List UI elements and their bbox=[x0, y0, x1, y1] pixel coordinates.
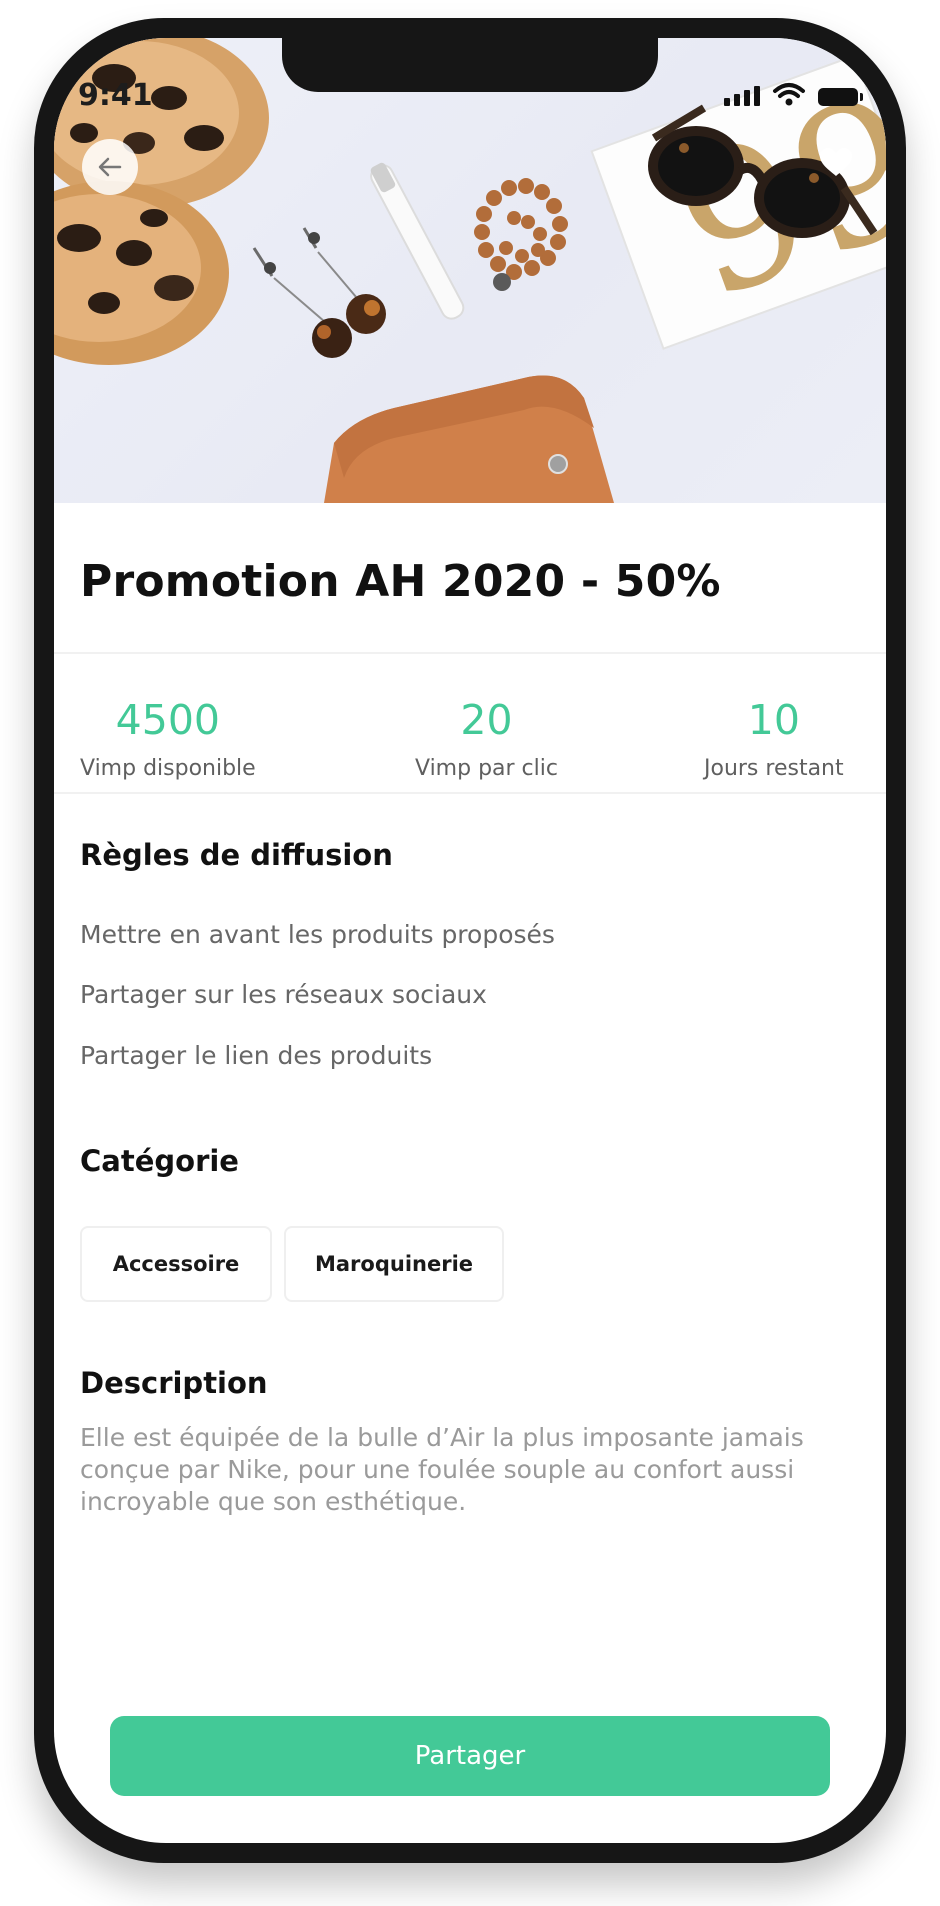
description-section-title: Description bbox=[80, 1366, 268, 1400]
cellular-signal-icon bbox=[724, 84, 760, 106]
stat-label: Vimp par clic bbox=[415, 756, 558, 781]
favorite-button[interactable] bbox=[812, 138, 860, 186]
rule-item: Partager le lien des produits bbox=[80, 1041, 433, 1070]
stat-vimp-per-click: 20 Vimp par clic bbox=[415, 696, 558, 781]
device-notch bbox=[282, 38, 658, 92]
back-button[interactable] bbox=[82, 139, 138, 195]
flatlay-illustration: 99 bbox=[54, 38, 886, 503]
description-text: Elle est équipée de la bulle d’Air la pl… bbox=[80, 1423, 804, 1516]
heart-icon bbox=[820, 148, 852, 176]
promotion-stats: 4500 Vimp disponible 20 Vimp par clic 10… bbox=[54, 672, 886, 812]
hero-image: 99 bbox=[54, 38, 886, 503]
stat-vimp-available: 4500 Vimp disponible bbox=[80, 696, 256, 781]
stat-value: 10 bbox=[747, 696, 800, 744]
wifi-icon bbox=[773, 83, 805, 106]
battery-icon bbox=[818, 88, 863, 106]
status-icons bbox=[724, 82, 863, 106]
rule-item: Mettre en avant les produits proposés bbox=[80, 920, 555, 949]
rules-section-title: Règles de diffusion bbox=[80, 838, 393, 872]
category-chip-maroquinerie[interactable]: Maroquinerie bbox=[284, 1226, 504, 1302]
promotion-title: Promotion AH 2020 - 50% bbox=[80, 556, 721, 607]
stat-label: Jours restant bbox=[704, 756, 844, 781]
share-button[interactable]: Partager bbox=[110, 1716, 830, 1796]
status-time: 9:41 bbox=[78, 78, 153, 113]
stat-value: 4500 bbox=[115, 696, 221, 744]
stat-value: 20 bbox=[460, 696, 513, 744]
divider bbox=[54, 792, 886, 794]
arrow-left-icon bbox=[98, 157, 122, 177]
rule-item: Partager sur les réseaux sociaux bbox=[80, 980, 487, 1009]
app-screen: 99 9:41 Promotion AH 2020 - 50% 4500 Vim… bbox=[54, 38, 886, 1843]
category-chip-accessoire[interactable]: Accessoire bbox=[80, 1226, 272, 1302]
category-section-title: Catégorie bbox=[80, 1144, 239, 1178]
divider bbox=[54, 652, 886, 654]
stat-label: Vimp disponible bbox=[80, 756, 256, 781]
stat-days-remaining: 10 Jours restant bbox=[704, 696, 844, 781]
phone-frame: 99 9:41 Promotion AH 2020 - 50% 4500 Vim… bbox=[34, 18, 906, 1863]
